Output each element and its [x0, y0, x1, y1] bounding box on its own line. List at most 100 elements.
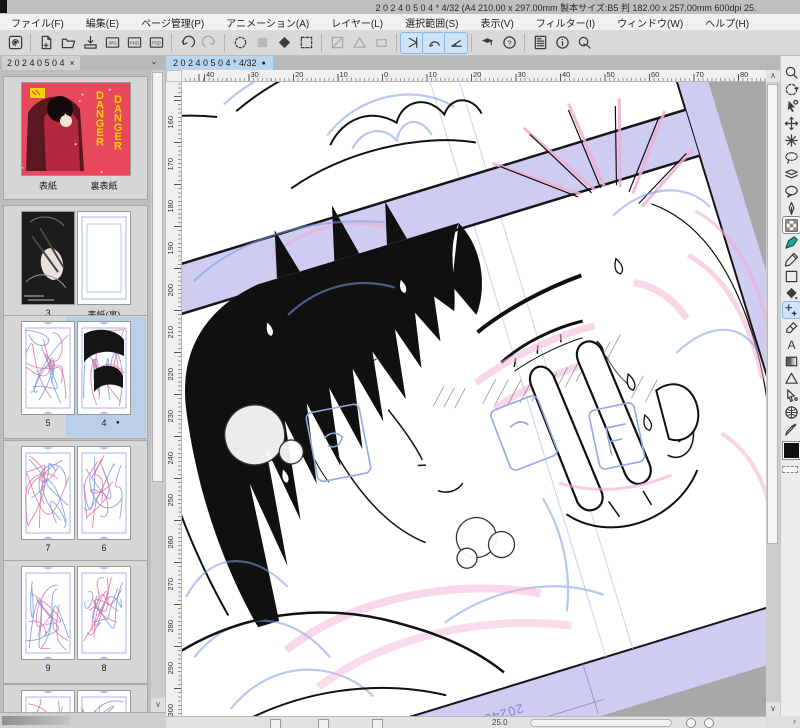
transform-icon[interactable]	[348, 33, 370, 53]
canvas-artwork[interactable]: 20240504	[182, 82, 766, 716]
menu-item-8[interactable]: ウィンドウ(W)	[606, 15, 694, 30]
menu-item-7[interactable]: フィルター(I)	[525, 15, 606, 30]
reselect-icon[interactable]	[251, 33, 273, 53]
crop-icon[interactable]	[370, 33, 392, 53]
csp-logo-icon[interactable]	[4, 33, 26, 53]
page-thumbnail[interactable]	[78, 447, 130, 539]
scroll-right-icon[interactable]: ›	[766, 716, 800, 728]
save-icon[interactable]	[79, 33, 101, 53]
polyline-tool-icon[interactable]	[783, 370, 800, 386]
page-thumbnail[interactable]	[22, 322, 74, 414]
pen-tool-icon[interactable]	[783, 200, 800, 216]
pencil-tool-icon[interactable]	[783, 251, 800, 267]
page-list-icon[interactable]	[529, 33, 551, 53]
sidebar-scrollbar-thumb[interactable]	[152, 72, 163, 482]
canvas-vscroll-thumb[interactable]	[767, 84, 778, 544]
move-layer-tool-icon[interactable]	[783, 115, 800, 131]
tab-close-icon[interactable]: ×	[70, 58, 75, 68]
layer-select-tool-icon[interactable]	[783, 166, 800, 182]
deselect-icon[interactable]	[229, 33, 251, 53]
canvas-viewport[interactable]: 20240504	[182, 82, 766, 716]
export-jpg-icon[interactable]: JPG	[101, 33, 123, 53]
balloon-tool-icon[interactable]	[783, 183, 800, 199]
object-tool-icon[interactable]	[783, 387, 800, 403]
zoom-slider[interactable]	[530, 719, 672, 727]
spread-card-3[interactable]: 76	[3, 440, 148, 564]
mesh-tool-icon[interactable]	[783, 404, 800, 420]
snap-grid-icon[interactable]	[444, 31, 468, 54]
scale-rotate-icon[interactable]	[326, 33, 348, 53]
page-thumbnail[interactable]	[78, 212, 130, 304]
marker-tool-icon[interactable]	[783, 234, 800, 250]
menu-item-9[interactable]: ヘルプ(H)	[694, 15, 760, 30]
page-thumbnail[interactable]	[78, 567, 130, 659]
zoom-in-icon[interactable]	[704, 718, 714, 728]
nav-icon-3[interactable]	[372, 719, 383, 728]
ruler-label: 200	[166, 284, 175, 297]
info-icon[interactable]	[551, 33, 573, 53]
open-file-icon[interactable]	[57, 33, 79, 53]
new-page-icon[interactable]	[35, 33, 57, 53]
spread-card-4[interactable]: 98	[3, 560, 148, 684]
transparent-color-chip[interactable]	[782, 466, 798, 473]
operation-tool-icon[interactable]	[783, 98, 800, 114]
sidebar-hscroll-thumb[interactable]	[2, 716, 70, 725]
page-thumbnail[interactable]	[22, 447, 74, 539]
zoom-tool-icon[interactable]	[783, 64, 800, 80]
export-psd-icon[interactable]: PSD	[145, 33, 167, 53]
menu-item-0[interactable]: ファイル(F)	[0, 15, 75, 30]
menu-item-5[interactable]: 選択範囲(S)	[394, 15, 469, 30]
page-thumbnail[interactable]	[78, 322, 130, 414]
zoom-out-icon[interactable]	[686, 718, 696, 728]
spread-card-5[interactable]	[3, 684, 148, 712]
menu-item-3[interactable]: アニメーション(A)	[215, 15, 320, 30]
page-thumbnail[interactable]	[22, 212, 74, 304]
scroll-down-icon[interactable]: ∨	[766, 702, 780, 716]
menu-item-4[interactable]: レイヤー(L)	[320, 15, 394, 30]
material-icon[interactable]	[476, 33, 498, 53]
eraser-tool-icon[interactable]	[783, 319, 800, 335]
figure-tool-icon[interactable]	[783, 268, 800, 284]
sparkle-tool-icon[interactable]	[782, 301, 800, 319]
spread-card-2[interactable]: 5 4 ●	[3, 315, 148, 439]
fill-tool-icon[interactable]	[783, 285, 800, 301]
tab-overflow-chevron-icon[interactable]: ⌄	[146, 56, 162, 70]
menu-item-2[interactable]: ページ管理(P)	[130, 15, 215, 30]
selection-border-icon[interactable]	[295, 33, 317, 53]
spread-card-0[interactable]: D A N G E R D A N G E R 表紙 裏表紙	[3, 76, 148, 200]
tab-canvas[interactable]: 2 0 2 4 0 5 0 4 * 4/32 ●	[166, 56, 273, 70]
decoration-tool-icon[interactable]	[782, 216, 800, 234]
undo-icon[interactable]	[176, 33, 198, 53]
export-png-icon[interactable]: PNG	[123, 33, 145, 53]
svg-text:PSD: PSD	[152, 41, 161, 46]
invert-selection-icon[interactable]	[273, 33, 295, 53]
snap-special-icon[interactable]	[422, 31, 446, 54]
eyedropper-tool-icon[interactable]	[783, 421, 800, 437]
modified-indicator: ●	[261, 59, 266, 67]
nav-icon-1[interactable]	[270, 719, 281, 728]
page-thumbnail[interactable]	[78, 691, 130, 712]
auto-select-tool-icon[interactable]	[783, 132, 800, 148]
lasso-tool-icon[interactable]	[783, 149, 800, 165]
gradient-tool-icon[interactable]	[783, 353, 800, 369]
spread-card-1[interactable]: 3表紙(裏)	[3, 205, 148, 329]
menu-item-6[interactable]: 表示(V)	[469, 15, 524, 30]
search-icon[interactable]	[573, 33, 595, 53]
tab-row: 2 0 2 4 0 5 0 4 × ⌄ 2 0 2 4 0 5 0 4 * 4/…	[0, 56, 800, 70]
text-tool-icon[interactable]: A	[783, 336, 800, 352]
how-to-icon[interactable]: ?	[498, 33, 520, 53]
snap-ruler-icon[interactable]	[400, 31, 424, 54]
foreground-color-swatch[interactable]	[782, 441, 800, 460]
tab-document[interactable]: 2 0 2 4 0 5 0 4 ×	[2, 56, 80, 70]
ruler-label: 260	[166, 536, 175, 549]
page-thumbnail[interactable]	[22, 567, 74, 659]
page-label: 4	[101, 418, 107, 428]
page-thumbnail-cover[interactable]: DANGER DANGER	[21, 83, 130, 175]
menu-item-1[interactable]: 編集(E)	[75, 15, 130, 30]
rotate-view-tool-icon[interactable]	[783, 81, 800, 97]
scroll-up-icon[interactable]: ∧	[766, 70, 780, 82]
sidebar-scroll-down-icon[interactable]: ∨	[151, 698, 165, 712]
redo-icon[interactable]	[198, 33, 220, 53]
page-thumbnail[interactable]	[22, 691, 74, 712]
nav-icon-2[interactable]	[318, 719, 329, 728]
